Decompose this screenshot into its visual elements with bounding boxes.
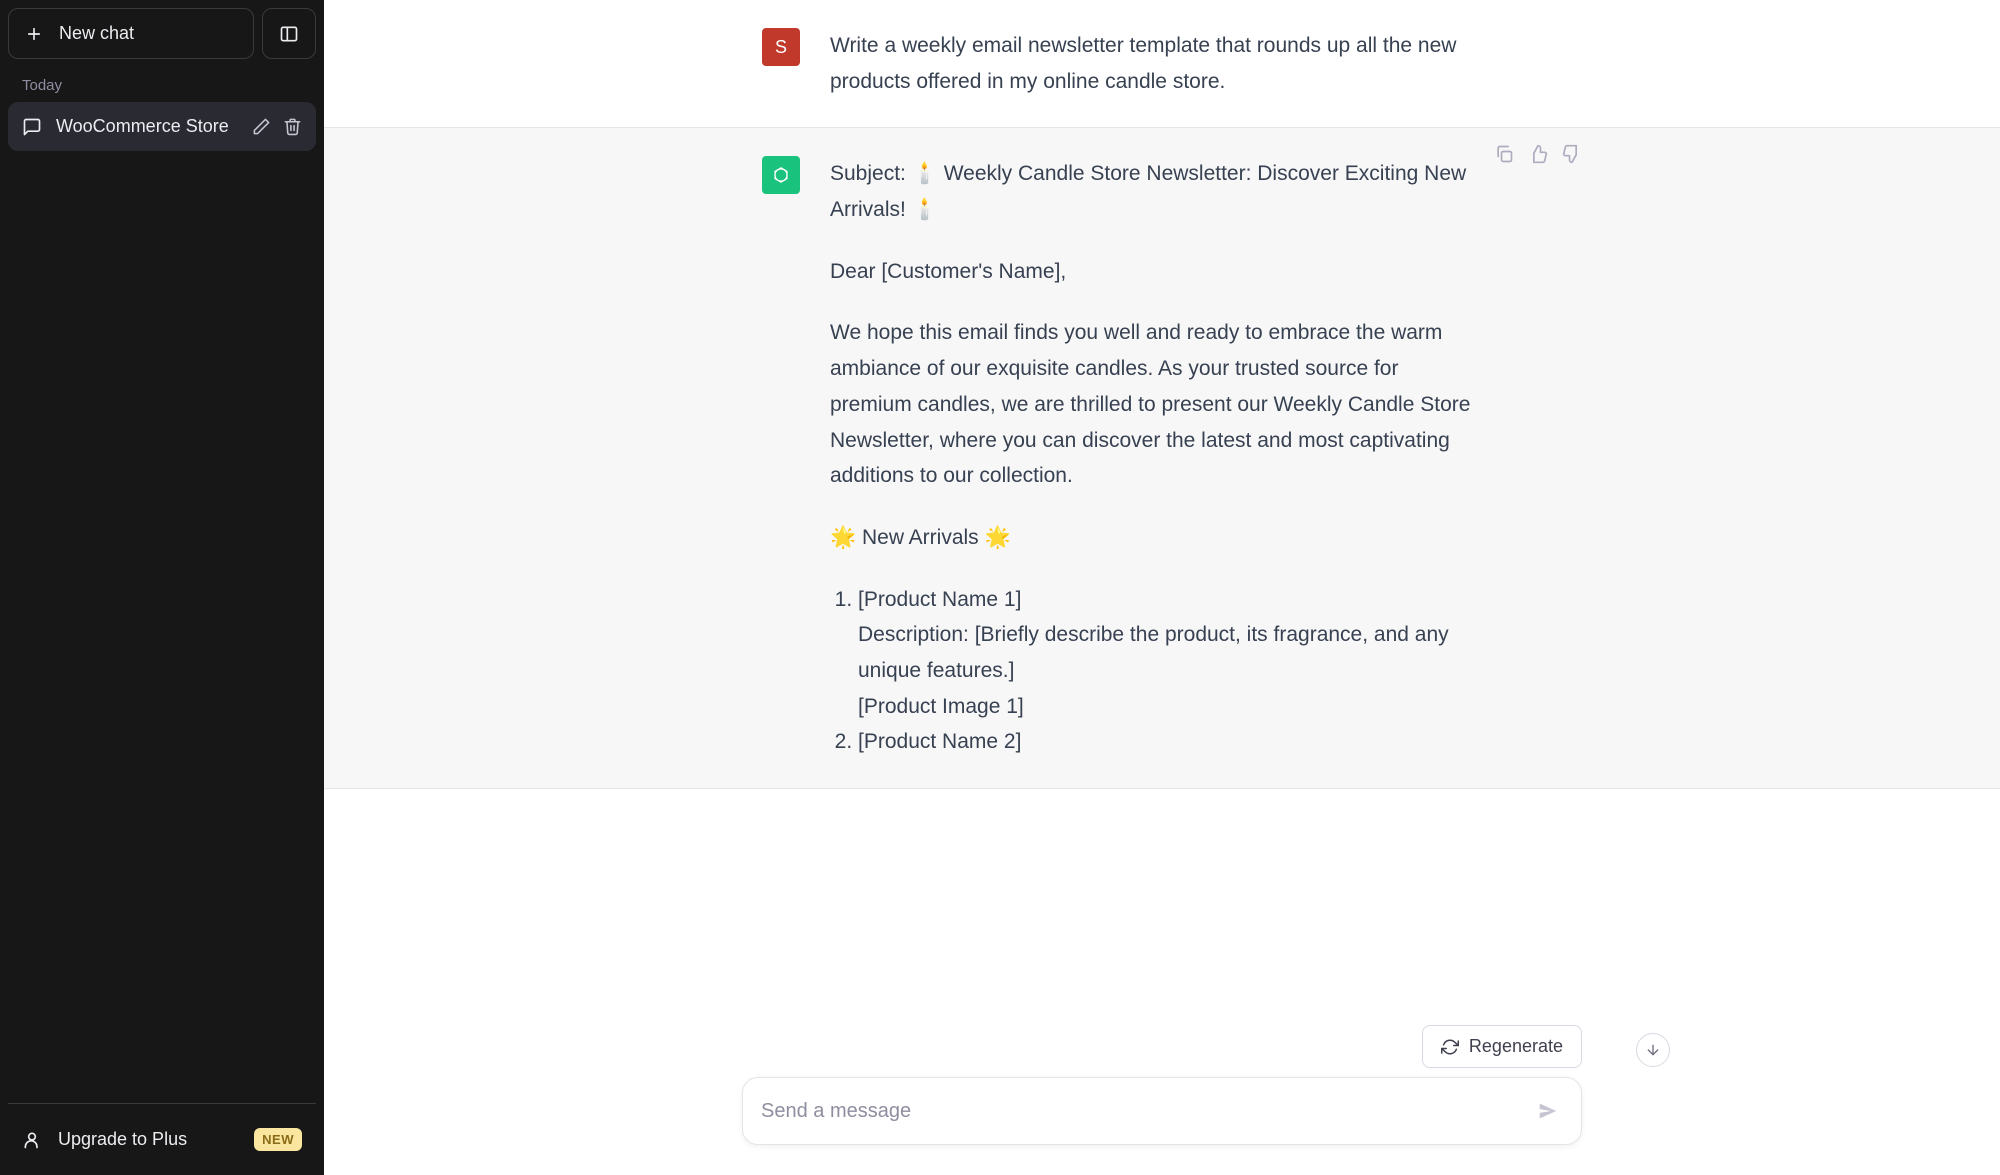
product-1-desc: Description: [Briefly describe the produ… xyxy=(858,617,1482,688)
copy-icon[interactable] xyxy=(1494,144,1514,164)
user-avatar-letter: S xyxy=(775,37,787,58)
assistant-greeting: Dear [Customer's Name], xyxy=(830,254,1482,290)
user-avatar: S xyxy=(762,28,800,66)
thumbs-up-icon[interactable] xyxy=(1528,144,1548,164)
openai-logo-icon xyxy=(769,163,793,187)
edit-icon[interactable] xyxy=(252,117,271,136)
send-icon xyxy=(1537,1100,1559,1122)
list-item: [Product Name 2] xyxy=(858,724,1482,760)
trash-icon[interactable] xyxy=(283,117,302,136)
message-user: S Write a weekly email newsletter templa… xyxy=(324,0,2000,128)
assistant-avatar xyxy=(762,156,800,194)
upgrade-button[interactable]: Upgrade to Plus NEW xyxy=(8,1112,316,1167)
chat-icon xyxy=(22,117,42,137)
list-item: [Product Name 1] Description: [Briefly d… xyxy=(858,582,1482,725)
main-chat-area: S Write a weekly email newsletter templa… xyxy=(324,0,2000,1175)
user-icon xyxy=(22,1130,42,1150)
regenerate-icon xyxy=(1441,1038,1459,1056)
panel-icon xyxy=(279,24,299,44)
message-assistant: Subject: 🕯️ Weekly Candle Store Newslett… xyxy=(324,128,2000,789)
arrow-down-icon xyxy=(1645,1042,1661,1058)
send-button[interactable] xyxy=(1533,1096,1563,1126)
product-1-image: [Product Image 1] xyxy=(858,689,1482,725)
chat-item-title: WooCommerce Store xyxy=(56,116,238,137)
thumbs-down-icon[interactable] xyxy=(1562,144,1582,164)
sidebar-chat-item-active[interactable]: WooCommerce Store xyxy=(8,102,316,151)
assistant-section-heading: 🌟 New Arrivals 🌟 xyxy=(830,520,1482,556)
chat-scroll[interactable]: S Write a weekly email newsletter templa… xyxy=(324,0,2000,1077)
new-chat-label: New chat xyxy=(59,23,134,44)
user-message-text: Write a weekly email newsletter template… xyxy=(830,28,1522,99)
product-1-name: [Product Name 1] xyxy=(858,582,1482,618)
section-today-label: Today xyxy=(8,59,316,102)
upgrade-label: Upgrade to Plus xyxy=(58,1129,238,1150)
regenerate-button[interactable]: Regenerate xyxy=(1422,1025,1582,1068)
toggle-sidebar-button[interactable] xyxy=(262,8,316,59)
scroll-to-bottom-button[interactable] xyxy=(1636,1033,1670,1067)
message-actions xyxy=(1494,144,1582,164)
regenerate-label: Regenerate xyxy=(1469,1036,1563,1057)
assistant-subject: Subject: 🕯️ Weekly Candle Store Newslett… xyxy=(830,156,1482,227)
message-input[interactable] xyxy=(761,1100,1533,1123)
sidebar: New chat Today WooCommerce Store xyxy=(0,0,324,1175)
new-badge: NEW xyxy=(254,1128,302,1151)
assistant-intro: We hope this email finds you well and re… xyxy=(830,315,1482,493)
product-2-name: [Product Name 2] xyxy=(858,724,1482,760)
composer-area: Regenerate xyxy=(324,1077,2000,1175)
assistant-product-list: [Product Name 1] Description: [Briefly d… xyxy=(830,582,1482,760)
new-chat-button[interactable]: New chat xyxy=(8,8,254,59)
message-input-container xyxy=(742,1077,1582,1145)
plus-icon xyxy=(25,25,43,43)
